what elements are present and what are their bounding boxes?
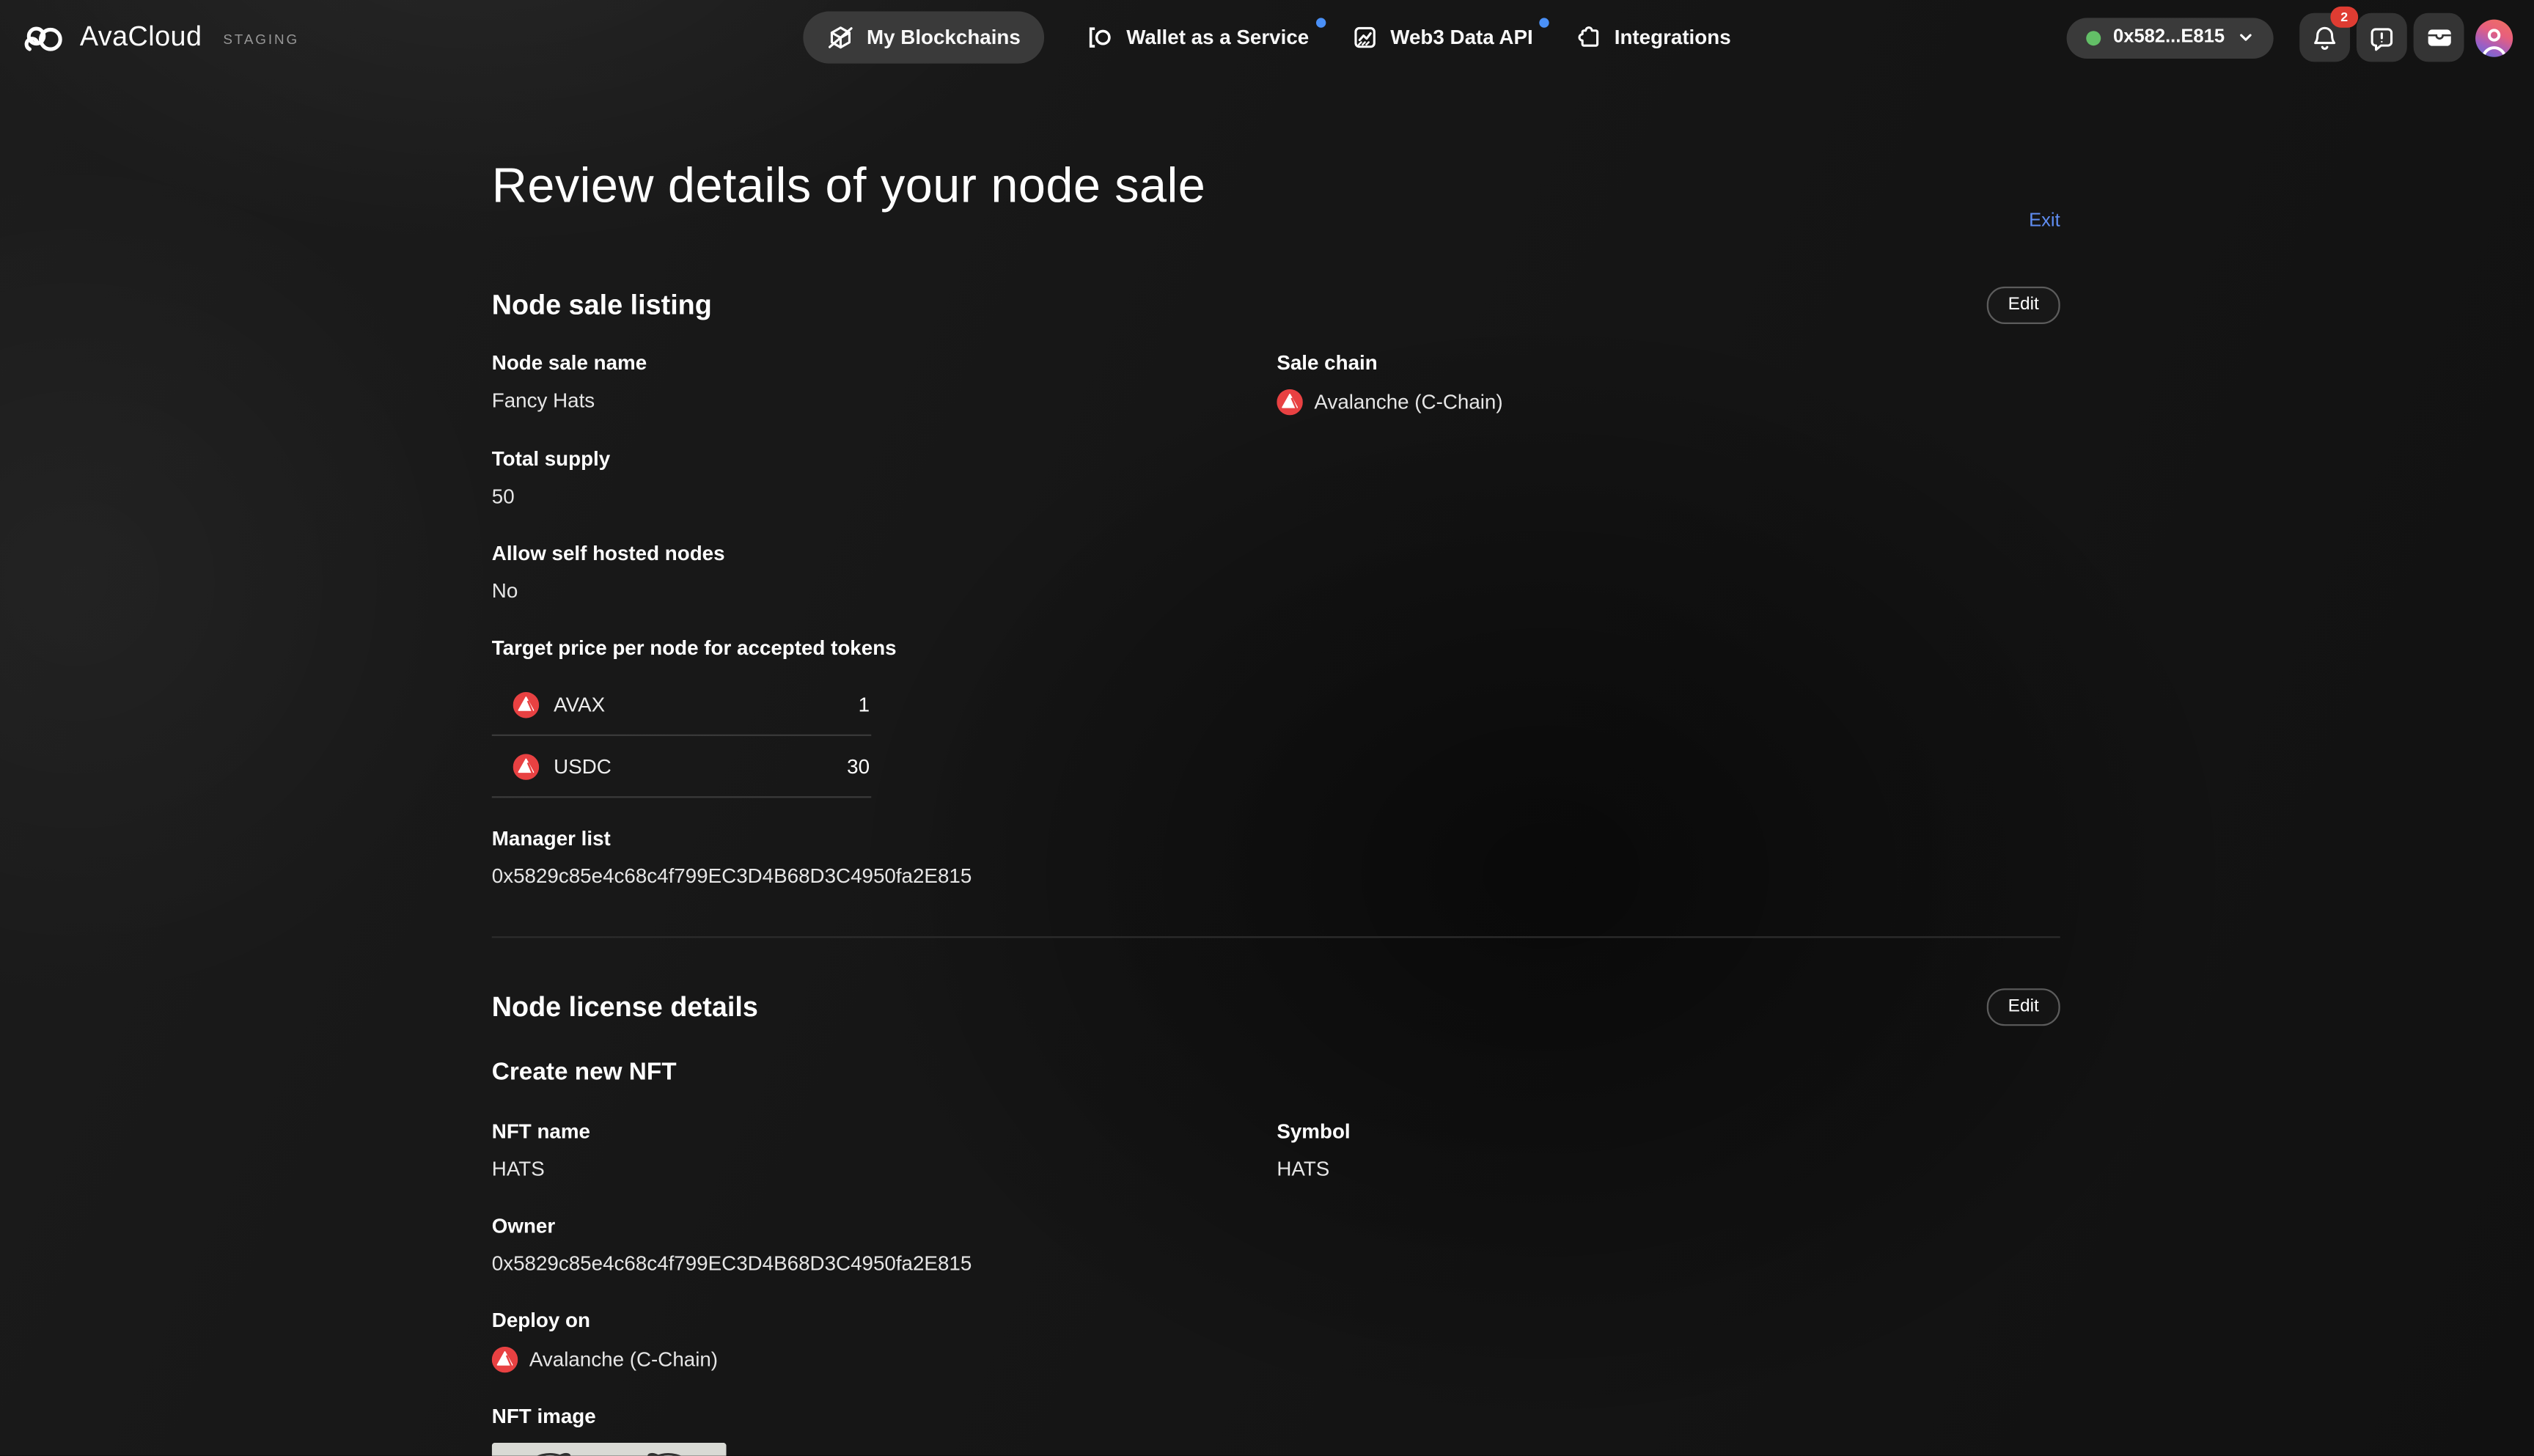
field-owner: Owner 0x5829c85e4c68c4f799EC3D4B68D3C495…	[492, 1215, 1277, 1276]
listing-section-title: Node sale listing	[492, 287, 712, 324]
wallet-address: 0x582...E815	[2113, 28, 2225, 48]
license-section-header: Node license details Edit	[492, 988, 2060, 1026]
field-label: Target price per node for accepted token…	[492, 636, 2060, 661]
avalanche-icon	[513, 753, 540, 779]
header-right-cluster: 0x582...E815 2	[2066, 13, 2513, 62]
wallet-address-menu[interactable]: 0x582...E815	[2066, 17, 2274, 58]
token-row-usdc: USDC 30	[492, 736, 872, 798]
environment-label: STAGING	[223, 31, 299, 47]
app-window: AvaCloud STAGING My Blockchains	[0, 0, 2534, 1456]
avatar-person-icon	[2475, 22, 2513, 56]
field-value: HATS	[1277, 1158, 2060, 1182]
wallet-service-icon	[1087, 24, 1114, 51]
field-value: Avalanche (C-Chain)	[1314, 391, 1502, 413]
field-label: Sale chain	[1277, 352, 2060, 376]
avacloud-cloud-icon	[21, 21, 65, 55]
blockchains-cube-icon	[828, 24, 854, 51]
field-value: 0x5829c85e4c68c4f799EC3D4B68D3C4950fa2E8…	[492, 1252, 1277, 1276]
notifications-button[interactable]: 2	[2299, 13, 2350, 62]
nav-label: Web3 Data API	[1390, 26, 1532, 49]
notifications-count-badge: 2	[2330, 7, 2358, 28]
connection-status-icon	[2085, 30, 2100, 45]
notification-dot-icon	[1315, 18, 1325, 27]
field-label: Manager list	[492, 827, 2060, 851]
notification-dot-icon	[1540, 18, 1549, 27]
bell-icon	[2311, 23, 2339, 51]
field-value: 0x5829c85e4c68c4f799EC3D4B68D3C4950fa2E8…	[492, 864, 2060, 889]
field-nft-image: NFT image	[492, 1405, 2060, 1456]
field-total-supply: Total supply 50	[492, 448, 1277, 510]
field-label: NFT image	[492, 1405, 2060, 1430]
field-allow-self-hosted: Allow self hosted nodes No	[492, 543, 1277, 604]
feedback-icon	[2368, 23, 2395, 51]
main-nav: My Blockchains Wallet as a Service	[803, 0, 1730, 75]
avalanche-icon	[1277, 389, 1303, 416]
license-section-title: Node license details	[492, 988, 758, 1026]
integrations-puzzle-icon	[1575, 24, 1601, 51]
nav-label: Wallet as a Service	[1126, 26, 1309, 49]
nav-wallet-as-a-service[interactable]: Wallet as a Service	[1087, 24, 1309, 51]
license-fields: NFT name HATS Symbol HATS Owner 0x5829c8…	[492, 1120, 2060, 1456]
token-name: AVAX	[554, 693, 605, 716]
brand-name: AvaCloud	[80, 21, 202, 54]
nav-label: My Blockchains	[867, 26, 1021, 49]
license-edit-button[interactable]: Edit	[1987, 988, 2060, 1026]
token-price: 1	[859, 693, 872, 716]
field-value: 50	[492, 485, 1277, 510]
field-label: Symbol	[1277, 1120, 2060, 1144]
exit-link[interactable]: Exit	[2029, 212, 2060, 232]
avalanche-icon	[513, 691, 540, 718]
feedback-button[interactable]	[2357, 13, 2407, 62]
chevron-down-icon	[2238, 29, 2254, 45]
create-new-nft-subtitle: Create new NFT	[492, 1056, 2060, 1087]
avalanche-icon	[492, 1347, 518, 1373]
field-value: HATS	[492, 1158, 1277, 1182]
page-title: Review details of your node sale	[492, 156, 2060, 216]
field-nft-name: NFT name HATS	[492, 1120, 1277, 1182]
listing-section-header: Node sale listing Edit	[492, 287, 2060, 324]
token-price: 30	[847, 754, 871, 777]
section-divider	[492, 936, 2060, 938]
user-avatar[interactable]	[2475, 19, 2513, 56]
wallet-button[interactable]	[2414, 13, 2464, 62]
token-name: USDC	[554, 754, 612, 777]
field-label: Node sale name	[492, 352, 1277, 376]
field-value: Avalanche (C-Chain)	[529, 1348, 718, 1371]
top-navigation-bar: AvaCloud STAGING My Blockchains	[0, 0, 2534, 75]
field-label: Allow self hosted nodes	[492, 543, 1277, 567]
field-sale-chain: Sale chain Avalanche (C-Chain)	[1277, 352, 2060, 416]
main-content: Exit Review details of your node sale No…	[492, 156, 2060, 1455]
field-node-sale-name: Node sale name Fancy Hats	[492, 352, 1277, 416]
nft-image-thumbnail[interactable]	[492, 1443, 727, 1456]
nav-web3-data-api[interactable]: Web3 Data API	[1351, 24, 1533, 51]
field-value: No	[492, 580, 1277, 604]
brand[interactable]: AvaCloud STAGING	[21, 21, 299, 55]
field-label: Deploy on	[492, 1309, 1277, 1334]
token-price-table: AVAX 1 USDC 30	[492, 674, 872, 798]
field-symbol: Symbol HATS	[1277, 1120, 2060, 1182]
token-row-avax: AVAX 1	[492, 674, 872, 736]
field-label: Total supply	[492, 448, 1277, 472]
nav-integrations[interactable]: Integrations	[1575, 24, 1730, 51]
field-deploy-on: Deploy on Avalanche (C-Chain)	[492, 1309, 1277, 1373]
listing-fields: Node sale name Fancy Hats Sale chain	[492, 352, 2060, 889]
field-manager-list: Manager list 0x5829c85e4c68c4f799EC3D4B6…	[492, 827, 2060, 889]
field-label: NFT name	[492, 1120, 1277, 1144]
field-value: Fancy Hats	[492, 389, 1277, 413]
wallet-icon	[2424, 24, 2453, 51]
listing-edit-button[interactable]: Edit	[1987, 287, 2060, 324]
nav-label: Integrations	[1615, 26, 1731, 49]
nav-my-blockchains[interactable]: My Blockchains	[803, 12, 1045, 64]
field-target-price: Target price per node for accepted token…	[492, 636, 2060, 798]
data-api-icon	[1351, 24, 1378, 51]
field-label: Owner	[492, 1215, 1277, 1239]
